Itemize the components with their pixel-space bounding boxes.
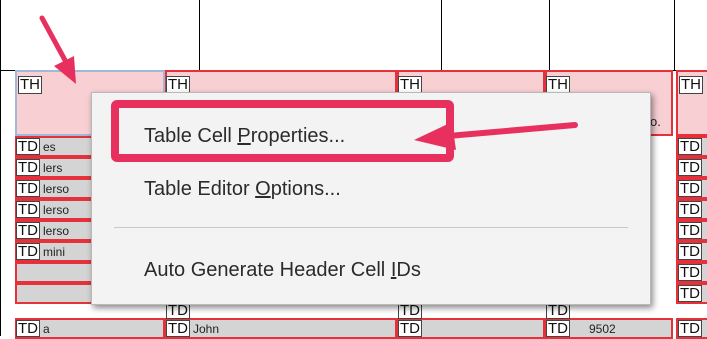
annotation-arrow-line — [445, 122, 578, 139]
annotation-arrows — [39, 15, 578, 150]
annotation-arrow-line — [39, 15, 69, 65]
annotation-arrow-head — [414, 122, 456, 150]
